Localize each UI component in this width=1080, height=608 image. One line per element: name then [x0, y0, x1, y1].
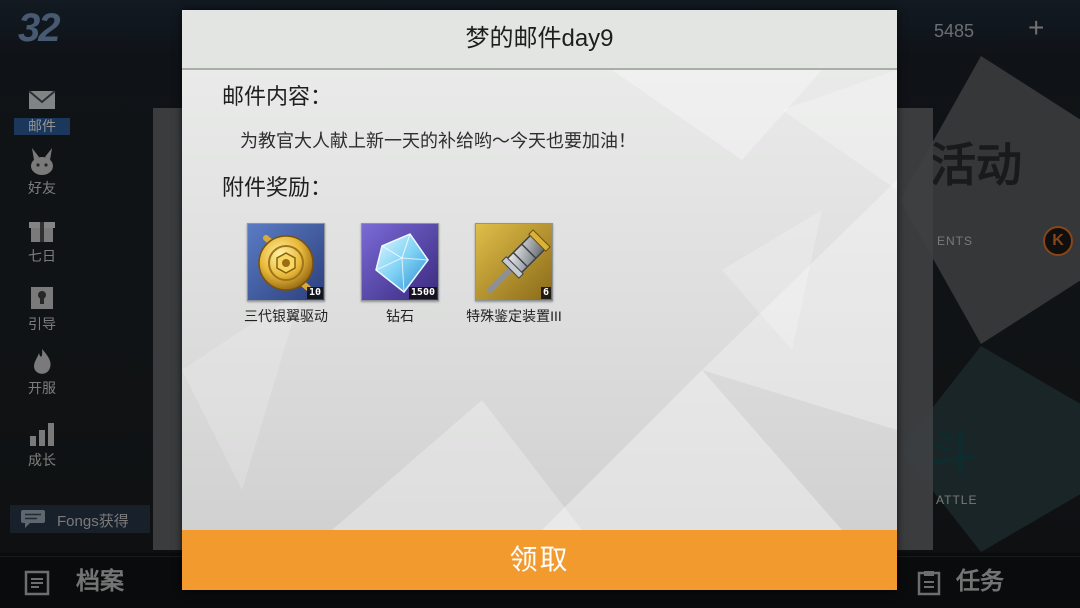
dialog-header: 梦的邮件day9	[182, 10, 897, 70]
reward-item[interactable]: 6 特殊鉴定装置III	[457, 223, 571, 325]
appraisal-device-icon: 6	[475, 223, 553, 301]
game-screen: 32 5485 + 邮件 好友 七日 引导 开服 成长 活动 ENTS K 斗 …	[0, 0, 1080, 608]
mail-dialog: 梦的邮件day9 邮件内容： 为教官大人献上新一天的补给哟～今天也要加油！ 附件…	[182, 10, 897, 590]
dialog-title: 梦的邮件day9	[465, 25, 614, 52]
reward-name: 特殊鉴定装置III	[466, 308, 562, 324]
reward-name: 三代银翼驱动	[244, 308, 328, 324]
reward-count-badge: 1500	[408, 287, 437, 299]
reward-name: 钻石	[386, 308, 414, 324]
silver-wing-drive-icon: 10	[247, 223, 325, 301]
claim-button[interactable]: 领取	[182, 530, 897, 590]
mail-content-text: 为教官大人献上新一天的补给哟～今天也要加油！	[240, 131, 636, 151]
dialog-body: 邮件内容： 为教官大人献上新一天的补给哟～今天也要加油！ 附件奖励： 10 三代…	[182, 70, 897, 530]
reward-item[interactable]: 10 三代银翼驱动	[229, 223, 343, 325]
reward-item[interactable]: 1500 钻石	[343, 223, 457, 325]
mail-content-heading: 邮件内容：	[222, 84, 333, 109]
diamond-icon: 1500	[361, 223, 439, 301]
reward-count-badge: 6	[540, 287, 551, 299]
reward-count-badge: 10	[306, 287, 323, 299]
rewards-heading: 附件奖励：	[222, 175, 333, 200]
